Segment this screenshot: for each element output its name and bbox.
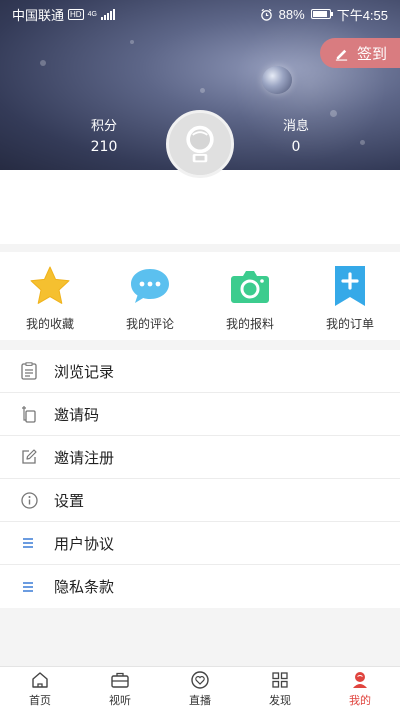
report-action[interactable]: 我的报料 [200, 252, 300, 340]
menu-item-label: 浏览记录 [54, 362, 115, 381]
menu-item-settings[interactable]: 设置 [0, 479, 400, 522]
messages-label: 消息 [282, 119, 309, 134]
signal-icon [100, 8, 115, 20]
menu-item-label: 邀请码 [54, 405, 100, 424]
battery-icon [310, 9, 333, 19]
orders-action[interactable]: 我的订单 [300, 252, 400, 340]
points-stat[interactable]: 积分 210 [82, 117, 126, 157]
messages-stat[interactable]: 消息 0 [274, 117, 318, 157]
menu-item-user-agreement[interactable]: 用户协议 [0, 522, 400, 565]
battery-percent: 88% [278, 6, 305, 22]
tab-live[interactable]: 直播 [160, 667, 240, 710]
grid-icon [272, 671, 288, 688]
messages-value: 0 [291, 139, 301, 155]
settings-menu: 浏览记录 邀请码 邀请注册 设置 用户协议 隐私条款 [0, 350, 400, 608]
edit-icon [20, 448, 38, 466]
menu-item-label: 设置 [54, 491, 85, 510]
chat-bubble-icon [128, 264, 172, 308]
menu-item-label: 用户协议 [54, 534, 115, 553]
lines-icon [20, 578, 38, 596]
tab-discover[interactable]: 发现 [240, 667, 320, 710]
points-value: 210 [90, 139, 118, 155]
tab-label: 首页 [29, 693, 51, 707]
lines-icon [20, 534, 38, 552]
bokeh-dot [360, 140, 365, 145]
live-heart-icon [191, 670, 209, 689]
alarm-icon [260, 8, 272, 21]
bokeh-dot [130, 40, 134, 44]
bokeh-dot [200, 88, 205, 93]
clock: 下午4:55 [336, 7, 388, 23]
info-circle-icon [20, 491, 38, 509]
tab-mine[interactable]: 我的 [320, 667, 400, 710]
bottom-tab-bar: 首页 视听 直播 发现 我的 [0, 666, 400, 710]
comments-action[interactable]: 我的评论 [100, 252, 200, 340]
quick-action-label: 我的订单 [325, 317, 374, 331]
quick-action-label: 我的报料 [225, 317, 274, 331]
menu-item-invite-register[interactable]: 邀请注册 [0, 436, 400, 479]
hd-badge: HD [68, 8, 84, 20]
tab-label: 直播 [189, 693, 211, 707]
tab-label: 发现 [269, 693, 291, 707]
profile-icon [353, 671, 367, 688]
bokeh-dot [330, 110, 337, 117]
favorites-action[interactable]: 我的收藏 [0, 252, 100, 340]
camera-icon [228, 264, 272, 308]
tab-label: 我的 [349, 693, 371, 707]
tab-label: 视听 [109, 693, 131, 707]
status-bar: 中国联通 HD 4G 88% 下午4:55 [0, 0, 400, 28]
avatar[interactable] [166, 110, 234, 178]
pencil-icon [335, 49, 348, 61]
menu-item-history[interactable]: 浏览记录 [0, 350, 400, 393]
bookmark-plus-icon [328, 264, 372, 308]
quick-action-label: 我的收藏 [25, 317, 74, 331]
menu-item-label: 隐私条款 [54, 578, 115, 596]
tab-home[interactable]: 首页 [0, 667, 80, 710]
signin-button[interactable]: 签到 [320, 38, 400, 68]
tab-media[interactable]: 视听 [80, 667, 160, 710]
signin-label: 签到 [357, 44, 388, 63]
carrier-name: 中国联通 [12, 7, 65, 23]
default-avatar-icon [169, 113, 231, 175]
bokeh-dot [40, 60, 46, 66]
invite-code-icon [20, 405, 38, 423]
menu-item-invite-code[interactable]: 邀请码 [0, 393, 400, 436]
quick-action-label: 我的评论 [125, 317, 174, 331]
star-icon [28, 264, 72, 308]
water-drop-decoration [262, 66, 292, 94]
briefcase-icon [111, 672, 129, 688]
profile-info-panel [0, 170, 400, 244]
home-icon [32, 671, 48, 688]
network-type: 4G [87, 10, 97, 18]
menu-item-privacy[interactable]: 隐私条款 [0, 565, 400, 608]
quick-actions: 我的收藏 我的评论 我的报料 我的订单 [0, 252, 400, 340]
points-label: 积分 [90, 119, 117, 134]
history-list-icon [20, 362, 38, 380]
menu-item-label: 邀请注册 [54, 448, 115, 467]
